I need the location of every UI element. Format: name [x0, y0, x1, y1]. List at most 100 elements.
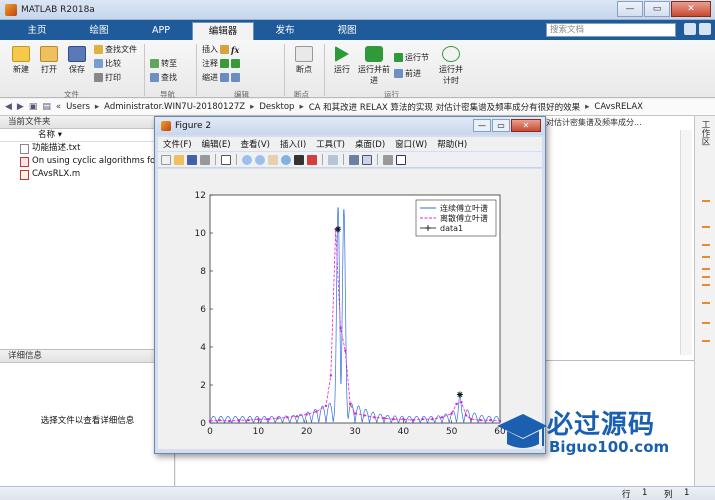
menu-view[interactable]: 查看(V) — [236, 138, 275, 150]
figure-minimize-button[interactable]: — — [473, 119, 491, 132]
workspace-label: 工作区 — [700, 120, 710, 146]
run-section-button[interactable]: 运行节 — [394, 52, 429, 63]
forward-icon[interactable]: ▶ — [17, 102, 24, 112]
tab-apps[interactable]: APP — [130, 22, 192, 40]
search-input[interactable]: 搜索文档 — [546, 23, 676, 37]
rotate-icon[interactable] — [281, 154, 291, 165]
colorbar-icon[interactable] — [349, 154, 359, 165]
data-cursor-icon[interactable] — [294, 154, 304, 165]
print-icon[interactable] — [200, 154, 210, 165]
file-item[interactable]: CAvsRLX.m — [0, 168, 174, 181]
pan-icon[interactable] — [268, 154, 278, 165]
outdent-icon — [231, 73, 240, 82]
legend-icon[interactable] — [362, 154, 372, 165]
group-divider — [144, 44, 145, 96]
insert-button[interactable]: 插入 fx — [202, 44, 239, 55]
goto-button[interactable]: 转至 — [150, 58, 177, 69]
figure-close-button[interactable]: ✕ — [511, 119, 541, 132]
back-icon[interactable]: ◀ — [5, 102, 12, 112]
tab-home[interactable]: 主页 — [6, 22, 68, 40]
help-icon[interactable] — [684, 23, 696, 35]
menu-help[interactable]: 帮助(H) — [432, 138, 472, 150]
y-tick-label: 4 — [200, 343, 206, 353]
discrete-point — [421, 418, 424, 421]
menu-edit[interactable]: 编辑(E) — [197, 138, 236, 150]
figure-canvas[interactable]: 0 10 20 30 40 50 60 0 2 4 6 8 10 12 连续傅立叶谱 离散傅立叶谱 data1 — [158, 169, 542, 449]
name-column-header[interactable]: 名称 ▾ — [0, 129, 174, 142]
address-bar[interactable]: ◀ ▶ ▣ ▤ « Users ▸ Administrator.WIN7U-20… — [0, 99, 715, 116]
text-file-icon — [20, 143, 29, 154]
menu-file[interactable]: 文件(F) — [158, 138, 197, 150]
save-button[interactable]: 保存 — [64, 46, 90, 75]
group-divider — [324, 44, 325, 96]
discrete-point — [464, 414, 468, 417]
indent-button[interactable]: 缩进 — [202, 72, 240, 83]
brush-icon[interactable] — [307, 154, 317, 165]
run-button[interactable]: 运行 — [330, 46, 354, 75]
pointer-icon[interactable] — [221, 154, 231, 165]
compare-button[interactable]: 比较 — [94, 58, 121, 69]
file-item[interactable]: On using cyclic algorithms for — [0, 155, 174, 168]
data1-marker — [456, 391, 463, 398]
menu-insert[interactable]: 插入(I) — [275, 138, 311, 150]
minimize-button[interactable]: — — [617, 1, 643, 17]
figure-title-bar[interactable]: Figure 2 — ▭ ✕ — [155, 117, 545, 135]
discrete-point — [228, 419, 231, 423]
folder-up-icon[interactable]: ▤ — [42, 102, 51, 112]
graduation-cap-icon — [497, 414, 547, 448]
tab-view[interactable]: 视图 — [316, 22, 378, 40]
open-icon[interactable] — [174, 154, 184, 165]
current-folder-header: 当前文件夹 — [0, 116, 174, 129]
find-button[interactable]: 查找 — [150, 72, 177, 83]
find-files-button[interactable]: 查找文件 — [94, 44, 137, 55]
expand-icon[interactable] — [699, 23, 711, 35]
tab-publish[interactable]: 发布 — [254, 22, 316, 40]
link-plot-icon[interactable] — [328, 154, 338, 165]
new-figure-icon[interactable] — [161, 154, 171, 165]
fx-icon[interactable]: fx — [231, 45, 239, 55]
goto-icon — [150, 59, 159, 68]
menu-window[interactable]: 窗口(W) — [390, 138, 432, 150]
breakpoint-button[interactable]: 断点 — [290, 46, 318, 75]
menu-desktop[interactable]: 桌面(D) — [350, 138, 390, 150]
figure-window[interactable]: Figure 2 — ▭ ✕ 文件(F) 编辑(E) 查看(V) 插入(I) 工… — [154, 116, 546, 454]
menu-tools[interactable]: 工具(T) — [311, 138, 350, 150]
comment-button[interactable]: 注释 — [202, 58, 240, 69]
y-tick-label: 0 — [200, 419, 206, 429]
path-segment[interactable]: CA 和其改进 RELAX 算法的实现 对估计密集谱及频率成分有很好的效果 — [309, 101, 580, 113]
pdf-file-icon — [20, 156, 29, 167]
editor-tab-title[interactable]: 对估计密集谱及频率成分... — [546, 117, 666, 129]
editor-scrollbar[interactable] — [680, 130, 692, 355]
print-button[interactable]: 打印 — [94, 72, 121, 83]
open-button[interactable]: 打开 — [36, 46, 62, 75]
discrete-point — [329, 374, 333, 377]
close-button[interactable]: ✕ — [671, 1, 711, 17]
zoom-in-icon[interactable] — [242, 154, 252, 165]
path-segment[interactable]: Users — [66, 102, 90, 112]
zoom-out-icon[interactable] — [255, 154, 265, 165]
x-tick-label: 50 — [446, 427, 458, 437]
m-file-icon — [20, 169, 29, 180]
tab-editor[interactable]: 编辑器 — [192, 22, 254, 40]
figure-maximize-button[interactable]: ▭ — [492, 119, 510, 132]
figure-menubar: 文件(F) 编辑(E) 查看(V) 插入(I) 工具(T) 桌面(D) 窗口(W… — [158, 137, 542, 151]
tab-plots[interactable]: 绘图 — [68, 22, 130, 40]
run-time-button[interactable]: 运行并计时 — [436, 46, 466, 86]
save-icon[interactable] — [187, 154, 197, 165]
file-item[interactable]: 功能描述.txt — [0, 142, 174, 155]
x-tick-label: 20 — [301, 427, 313, 437]
show-tools-icon[interactable] — [396, 154, 406, 165]
path-segment[interactable]: Administrator.WIN7U-20180127Z — [104, 102, 245, 112]
folder-icon[interactable]: ▣ — [29, 102, 38, 112]
figure-window-controls: — ▭ ✕ — [472, 119, 541, 132]
discrete-point — [286, 416, 289, 419]
path-segment[interactable]: CAvsRELAX — [594, 102, 643, 112]
path-segment[interactable]: Desktop — [259, 102, 294, 112]
discrete-point — [305, 413, 308, 416]
new-button[interactable]: 新建 — [8, 46, 34, 75]
run-advance-button[interactable]: 运行并前进 — [358, 46, 390, 86]
maximize-button[interactable]: ▭ — [644, 1, 670, 17]
advance-button[interactable]: 前进 — [394, 68, 421, 79]
hide-tools-icon[interactable] — [383, 154, 393, 165]
spectrum-chart[interactable]: 0 10 20 30 40 50 60024681012连续傅立叶谱离散傅立叶谱data1 — [158, 169, 542, 449]
